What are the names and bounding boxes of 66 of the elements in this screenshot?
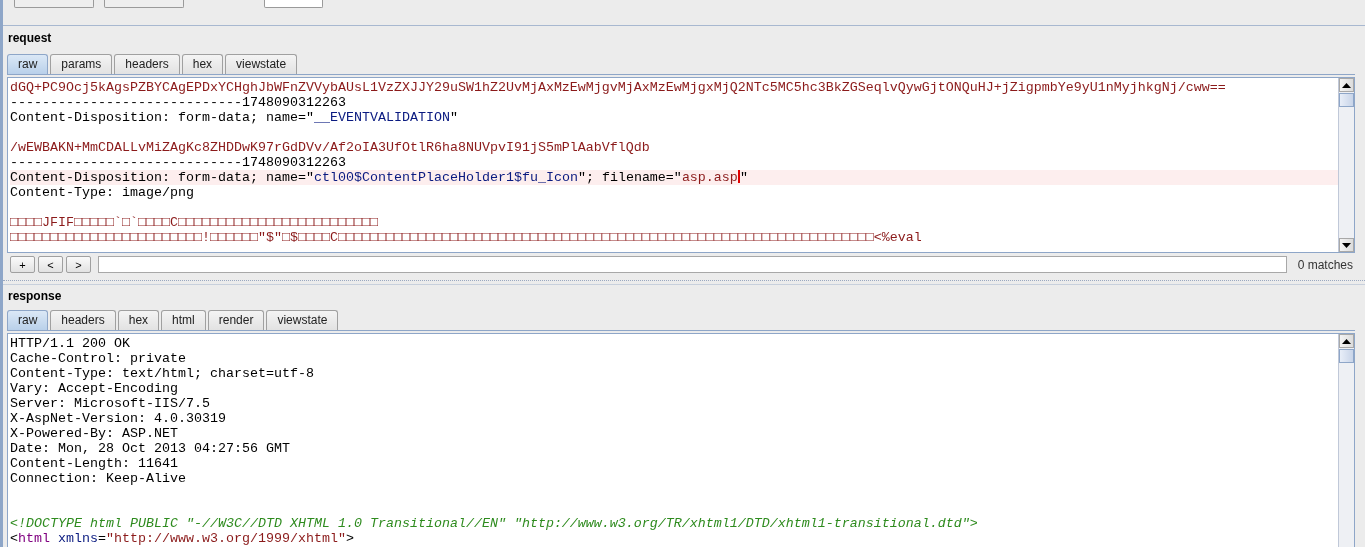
scrollbar-thumb[interactable] bbox=[1339, 93, 1354, 107]
header-text: Content-Length: 11641 bbox=[10, 456, 178, 471]
header-text: HTTP/1.1 200 OK bbox=[10, 336, 130, 351]
header-text: " bbox=[739, 170, 748, 185]
find-button[interactable]: > bbox=[66, 256, 91, 273]
input-field[interactable] bbox=[264, 0, 323, 8]
header-text: Content-Type: image/png bbox=[10, 185, 194, 200]
header-text: Date: Mon, 28 Oct 2013 04:27:56 GMT bbox=[10, 441, 290, 456]
scroll-up-button[interactable] bbox=[1339, 78, 1354, 92]
tab[interactable]: viewstate bbox=[266, 310, 339, 330]
param-name: ctl00$ContentPlaceHolder1$fu_Icon bbox=[313, 170, 578, 185]
tag-name: html bbox=[18, 531, 50, 546]
scroll-down-button[interactable] bbox=[1339, 238, 1354, 252]
body-text: □□□□□□□□□□□□□□□□□□□□□□□□!□□□□□□"$"□$□□□□C□□□□□□□□□□□□□□□□□□□□□□□□□□□□□□□□□□□□□□□□□□□□□□□□□□□□□□□□□□□□□□□□□□□<%eval bbox=[10, 230, 922, 245]
find-button[interactable]: < bbox=[38, 256, 63, 273]
down-arrow-icon bbox=[1342, 242, 1351, 248]
tab[interactable]: raw bbox=[7, 310, 49, 330]
text-area[interactable] bbox=[7, 333, 1355, 547]
tab[interactable]: hex bbox=[117, 310, 160, 330]
header-text: " bbox=[449, 110, 458, 125]
tab[interactable]: render bbox=[207, 310, 265, 330]
vertical-scrollbar[interactable] bbox=[1338, 334, 1354, 547]
text-cursor bbox=[737, 170, 740, 183]
doctype-text: <!DOCTYPE html PUBLIC "-//W3C//DTD XHTML 1.0 Transitional//EN" "http://www.w3.org/TR/xhtml1/DTD/xhtml1-transitional.dtd"> bbox=[10, 516, 978, 531]
tab[interactable]: raw bbox=[7, 54, 49, 74]
header-text: "; filename=" bbox=[577, 170, 682, 185]
attribute-name: xmlns bbox=[58, 531, 98, 546]
body-text: dGQ+PC9Ocj5kAgsPZBYCAgEPDxYCHghJbWFnZVVybAUsL1VzZXJJY29uSW1hZ2UvMjAxMzEwMjgvMjAxMzEwMjgxMjQ2NTc5MC5hc3BkZGSeqlvQywGjtONQuHJ+jZigpmbYe9yU1nMyjhkgNj/cww== bbox=[10, 80, 1226, 95]
tab[interactable]: params bbox=[50, 54, 113, 74]
up-arrow-icon bbox=[1342, 338, 1351, 344]
tab[interactable]: headers bbox=[114, 54, 180, 74]
vertical-scrollbar[interactable] bbox=[1338, 78, 1354, 252]
header-text: Vary: Accept-Encoding bbox=[10, 381, 178, 396]
toolbar-button[interactable] bbox=[14, 0, 94, 8]
find-field[interactable] bbox=[98, 256, 1287, 273]
header-text: Content-Type: text/html; charset=utf-8 bbox=[10, 366, 314, 381]
tab[interactable]: headers bbox=[50, 310, 116, 330]
header-text: Content-Disposition: form-data; name=" bbox=[10, 170, 314, 185]
toolbar-button[interactable] bbox=[104, 0, 184, 8]
body-text: asp.asp bbox=[681, 170, 738, 185]
find-button[interactable]: + bbox=[10, 256, 35, 273]
panel-title: response bbox=[8, 288, 63, 305]
scroll-up-button[interactable] bbox=[1339, 334, 1354, 348]
scrollbar-thumb[interactable] bbox=[1339, 349, 1354, 363]
header-text: -----------------------------1748090312263 bbox=[10, 155, 346, 170]
match-count: 0 matches bbox=[1296, 257, 1354, 272]
text-area[interactable] bbox=[7, 77, 1355, 253]
header-text: X-Powered-By: ASP.NET bbox=[10, 426, 178, 441]
param-name: __EVENTVALIDATION bbox=[313, 110, 450, 125]
header-text: -----------------------------1748090312263 bbox=[10, 95, 346, 110]
body-text: /wEWBAKN+MmCDALLvMiZAgKc8ZHDDwK97rGdDVv/Af2oIA3UfOtlR6ha8NUVpvI91jS5mPlAabVflQdb bbox=[10, 140, 650, 155]
header-text: Cache-Control: private bbox=[10, 351, 186, 366]
header-text: Server: Microsoft-IIS/7.5 bbox=[10, 396, 210, 411]
tab[interactable]: hex bbox=[181, 54, 224, 74]
header-text: Content-Disposition: form-data; name=" bbox=[10, 110, 314, 125]
body-text: □□□□JFIF□□□□□`□`□□□□C□□□□□□□□□□□□□□□□□□□□□□□□□ bbox=[10, 215, 378, 230]
header-text: < bbox=[10, 531, 18, 546]
attribute-value: "http://www.w3.org/1999/xhtml" bbox=[106, 531, 346, 546]
header-text: X-AspNet-Version: 4.0.30319 bbox=[10, 411, 226, 426]
header-text: > bbox=[345, 531, 354, 546]
header-text: = bbox=[98, 531, 106, 546]
up-arrow-icon bbox=[1342, 82, 1351, 88]
tab[interactable]: html bbox=[161, 310, 206, 330]
header-text: Connection: Keep-Alive bbox=[10, 471, 186, 486]
tab[interactable]: viewstate bbox=[225, 54, 298, 74]
panel-title: request bbox=[8, 30, 53, 47]
